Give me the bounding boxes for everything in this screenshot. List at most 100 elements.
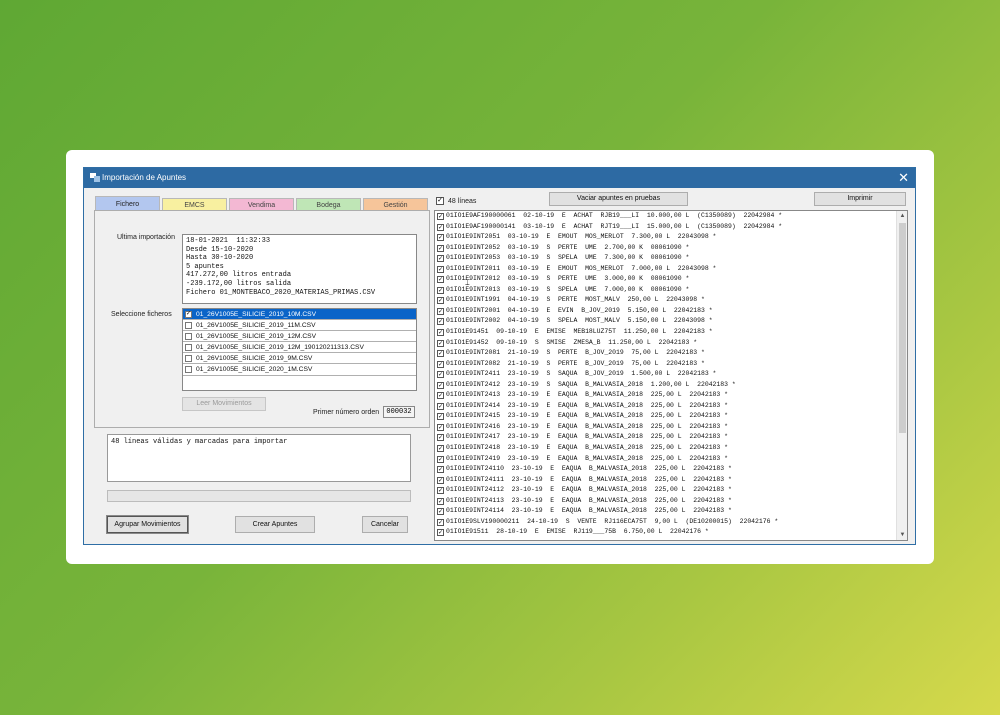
entry-row[interactable]: ✓ 01IO1E9INT2411 23-10-19 S SAQUA B_JOV_2… [435,369,897,380]
entry-row[interactable]: ✓ 01IO1E9INT2051 03-10-19 E EMOUT MOS_MER… [435,232,897,243]
read-movements-button[interactable]: Leer Movimientos [182,397,266,411]
entry-checkbox[interactable]: ✓ [437,318,444,326]
entry-checkbox[interactable]: ✓ [437,286,444,294]
entry-checkbox[interactable]: ✓ [437,297,444,305]
entry-row[interactable]: ✓ 01IO1E91451 09-10-19 E EMISE MEB18LUZ75… [435,327,897,338]
entry-checkbox[interactable]: ✓ [437,455,444,463]
entry-checkbox[interactable]: ✓ [437,381,444,389]
entry-checkbox[interactable]: ✓ [437,371,444,379]
entry-checkbox[interactable]: ✓ [437,445,444,453]
cancel-button[interactable]: Cancelar [362,516,408,533]
file-checkbox[interactable] [185,333,192,341]
clear-test-entries-button[interactable]: Vaciar apuntes en pruebas [549,192,688,206]
entry-row[interactable]: ✓ 01IO1E9INT2081 21-10-19 S PERTE B_JOV_2… [435,348,897,359]
close-icon[interactable]: ✕ [898,170,909,185]
entry-row[interactable]: ✓ 01IO1E9INT2053 03-10-19 S SPELA UME 7.3… [435,253,897,264]
entry-checkbox[interactable]: ✓ [437,255,444,263]
entry-text: 01IO1E9AF190000141 03-10-19 E ACHAT RJT1… [446,222,783,230]
entry-checkbox[interactable]: ✓ [437,402,444,410]
entry-checkbox[interactable]: ✓ [437,497,444,505]
entry-row[interactable]: ✓ 01IO1E9INT2417 23-10-19 E EAQUA B_MALVA… [435,432,897,443]
entry-row[interactable]: ✓ 01IO1E9INT2011 03-10-19 E EMOUT MOS_MER… [435,264,897,275]
select-all-checkbox[interactable]: ✓ [436,197,444,205]
file-checkbox[interactable] [185,366,192,374]
entry-checkbox[interactable]: ✓ [437,213,444,220]
last-import-label: Ultima importación [117,234,175,241]
tab-fichero[interactable]: Fichero [95,196,160,211]
entry-checkbox[interactable]: ✓ [437,413,444,421]
entry-checkbox[interactable]: ✓ [437,223,444,231]
entry-checkbox[interactable]: ✓ [437,466,444,474]
file-checkbox[interactable] [185,322,192,330]
entry-text: 01IO1E9INT2418 23-10-19 E EAQUA B_MALVAS… [446,444,729,452]
entry-checkbox[interactable]: ✓ [437,329,444,337]
entry-checkbox[interactable]: ✓ [437,392,444,400]
entry-row[interactable]: ✓ 01IO1E9INT2414 23-10-19 E EAQUA B_MALVA… [435,401,897,412]
entry-row[interactable]: ✓ 01IO1E91452 09-10-19 S SMISE ZMESA_B 11… [435,338,897,349]
scroll-up-icon[interactable]: ▲ [897,211,907,221]
entry-row[interactable]: ✓ 01IO1E9INT2418 23-10-19 E EAQUA B_MALVA… [435,443,897,454]
entry-checkbox[interactable]: ✓ [437,508,444,516]
entry-text: 01IO1E9INT2013 03-10-19 S SPELA UME 7.00… [446,285,690,293]
entry-row[interactable]: ✓ 01IO1E9INT2415 23-10-19 E EAQUA B_MALVA… [435,411,897,422]
entries-rows: ✓ 01IO1E9AF190000061 02-10-19 E ACHAT RJB… [435,211,897,538]
entry-row[interactable]: ✓ 01IO1E9SLV190000211 24-10-19 S VENTE RJ… [435,517,897,528]
entry-row[interactable]: ✓ 01IO1E9INT2013 03-10-19 S SPELA UME 7.0… [435,285,897,296]
entry-checkbox[interactable]: ✓ [437,276,444,284]
entry-row[interactable]: ✓ 01IO1E9INT2001 04-10-19 E EVIN B_JOV_20… [435,306,897,317]
entry-checkbox[interactable]: ✓ [437,265,444,273]
entry-row[interactable]: ✓ 01IO1E9INT2416 23-10-19 E EAQUA B_MALVA… [435,422,897,433]
file-checkbox[interactable] [185,355,192,363]
entry-row[interactable]: ✓ 01IO1E91511 28-10-19 E EMISE RJ119___75… [435,527,897,538]
first-number-field[interactable]: 000032 [383,406,415,418]
scroll-thumb[interactable] [899,223,906,433]
entry-text: 01IO1E9INT24111 23-10-19 E EAQUA B_MALVA… [446,475,732,483]
file-item[interactable]: 01_26V1005E_SILICIE_2020_1M.CSV [183,364,416,376]
entry-row[interactable]: ✓ 01IO1E9INT1991 04-10-19 S PERTE MOST_MA… [435,295,897,306]
entry-row[interactable]: ✓ 01IO1E9INT2052 03-10-19 S PERTE UME 2.7… [435,243,897,254]
entry-row[interactable]: ✓ 01IO1E9AF190000141 03-10-19 E ACHAT RJT… [435,222,897,233]
entry-row[interactable]: ✓ 01IO1E9INT24114 23-10-19 E EAQUA B_MALV… [435,506,897,517]
entry-row[interactable]: ✓ 01IO1E9INT2082 21-10-19 S PERTE B_JOV_2… [435,359,897,370]
entry-checkbox[interactable]: ✓ [437,350,444,358]
entry-row[interactable]: ✓ 01IO1E9INT24110 23-10-19 E EAQUA B_MALV… [435,464,897,475]
scroll-down-icon[interactable]: ▼ [897,530,907,540]
entry-text: 01IO1E9INT2082 21-10-19 S PERTE B_JOV_20… [446,359,705,367]
entry-checkbox[interactable]: ✓ [437,234,444,242]
entry-row[interactable]: ✓ 01IO1E9INT2002 04-10-19 S SPELA MOST_MA… [435,316,897,327]
file-checkbox[interactable] [185,344,192,352]
print-button[interactable]: Imprimir [814,192,906,206]
file-item[interactable]: ✓ 01_26V1005E_SILICIE_2019_10M.CSV [183,309,416,321]
vertical-scrollbar[interactable]: ▲ ▼ [896,211,907,540]
entry-checkbox[interactable]: ✓ [437,244,444,252]
entry-text: 01IO1E9INT2001 04-10-19 E EVIN B_JOV_201… [446,306,713,314]
entry-row[interactable]: ✓ 01IO1E9INT2413 23-10-19 E EAQUA B_MALVA… [435,390,897,401]
entry-checkbox[interactable]: ✓ [437,434,444,442]
entry-checkbox[interactable]: ✓ [437,487,444,495]
create-entries-button[interactable]: Crear Apuntes [235,516,315,533]
group-movements-button[interactable]: Agrupar Movimientos [106,515,189,534]
entry-checkbox[interactable]: ✓ [437,360,444,368]
entries-list[interactable]: ✓ 01IO1E9AF190000061 02-10-19 E ACHAT RJB… [434,210,908,541]
file-item[interactable]: 01_26V1005E_SILICIE_2019_11M.CSV [183,320,416,332]
file-checkbox[interactable]: ✓ [185,311,192,318]
entry-row[interactable]: ✓ 01IO1E9AF190000061 02-10-19 E ACHAT RJB… [435,211,897,222]
entry-row[interactable]: ✓ 01IO1E9INT2419 23-10-19 E EAQUA B_MALVA… [435,454,897,465]
entry-row[interactable]: ✓ 01IO1E9INT24112 23-10-19 E EAQUA B_MALV… [435,485,897,496]
file-item[interactable]: 01_26V1005E_SILICIE_2019_9M.CSV [183,353,416,365]
file-list[interactable]: ✓ 01_26V1005E_SILICIE_2019_10M.CSV 01_26V… [182,308,417,391]
tab-bar: Fichero EMCS Vendima Bodega Gestión [95,196,428,211]
entry-row[interactable]: ✓ 01IO1E9INT2412 23-10-19 S SAQUA B_MALVA… [435,380,897,391]
file-item[interactable]: 01_26V1005E_SILICIE_2019_12M.CSV [183,331,416,343]
entry-row[interactable]: ✓ 01IO1E9INT2012 03-10-19 S PERTE UME 3.0… [435,274,897,285]
entry-checkbox[interactable]: ✓ [437,423,444,431]
entry-row[interactable]: ✓ 01IO1E9INT24113 23-10-19 E EAQUA B_MALV… [435,496,897,507]
entry-row[interactable]: ✓ 01IO1E9INT24111 23-10-19 E EAQUA B_MALV… [435,475,897,486]
file-item[interactable]: 01_26V1005E_SILICIE_2019_12M_19012021131… [183,342,416,354]
entry-checkbox[interactable]: ✓ [437,339,444,347]
entry-text: 01IO1E91451 09-10-19 E EMISE MEB18LUZ75T… [446,328,713,336]
entry-checkbox[interactable]: ✓ [437,307,444,315]
entry-checkbox[interactable]: ✓ [437,518,444,526]
entry-checkbox[interactable]: ✓ [437,529,444,537]
entry-checkbox[interactable]: ✓ [437,476,444,484]
